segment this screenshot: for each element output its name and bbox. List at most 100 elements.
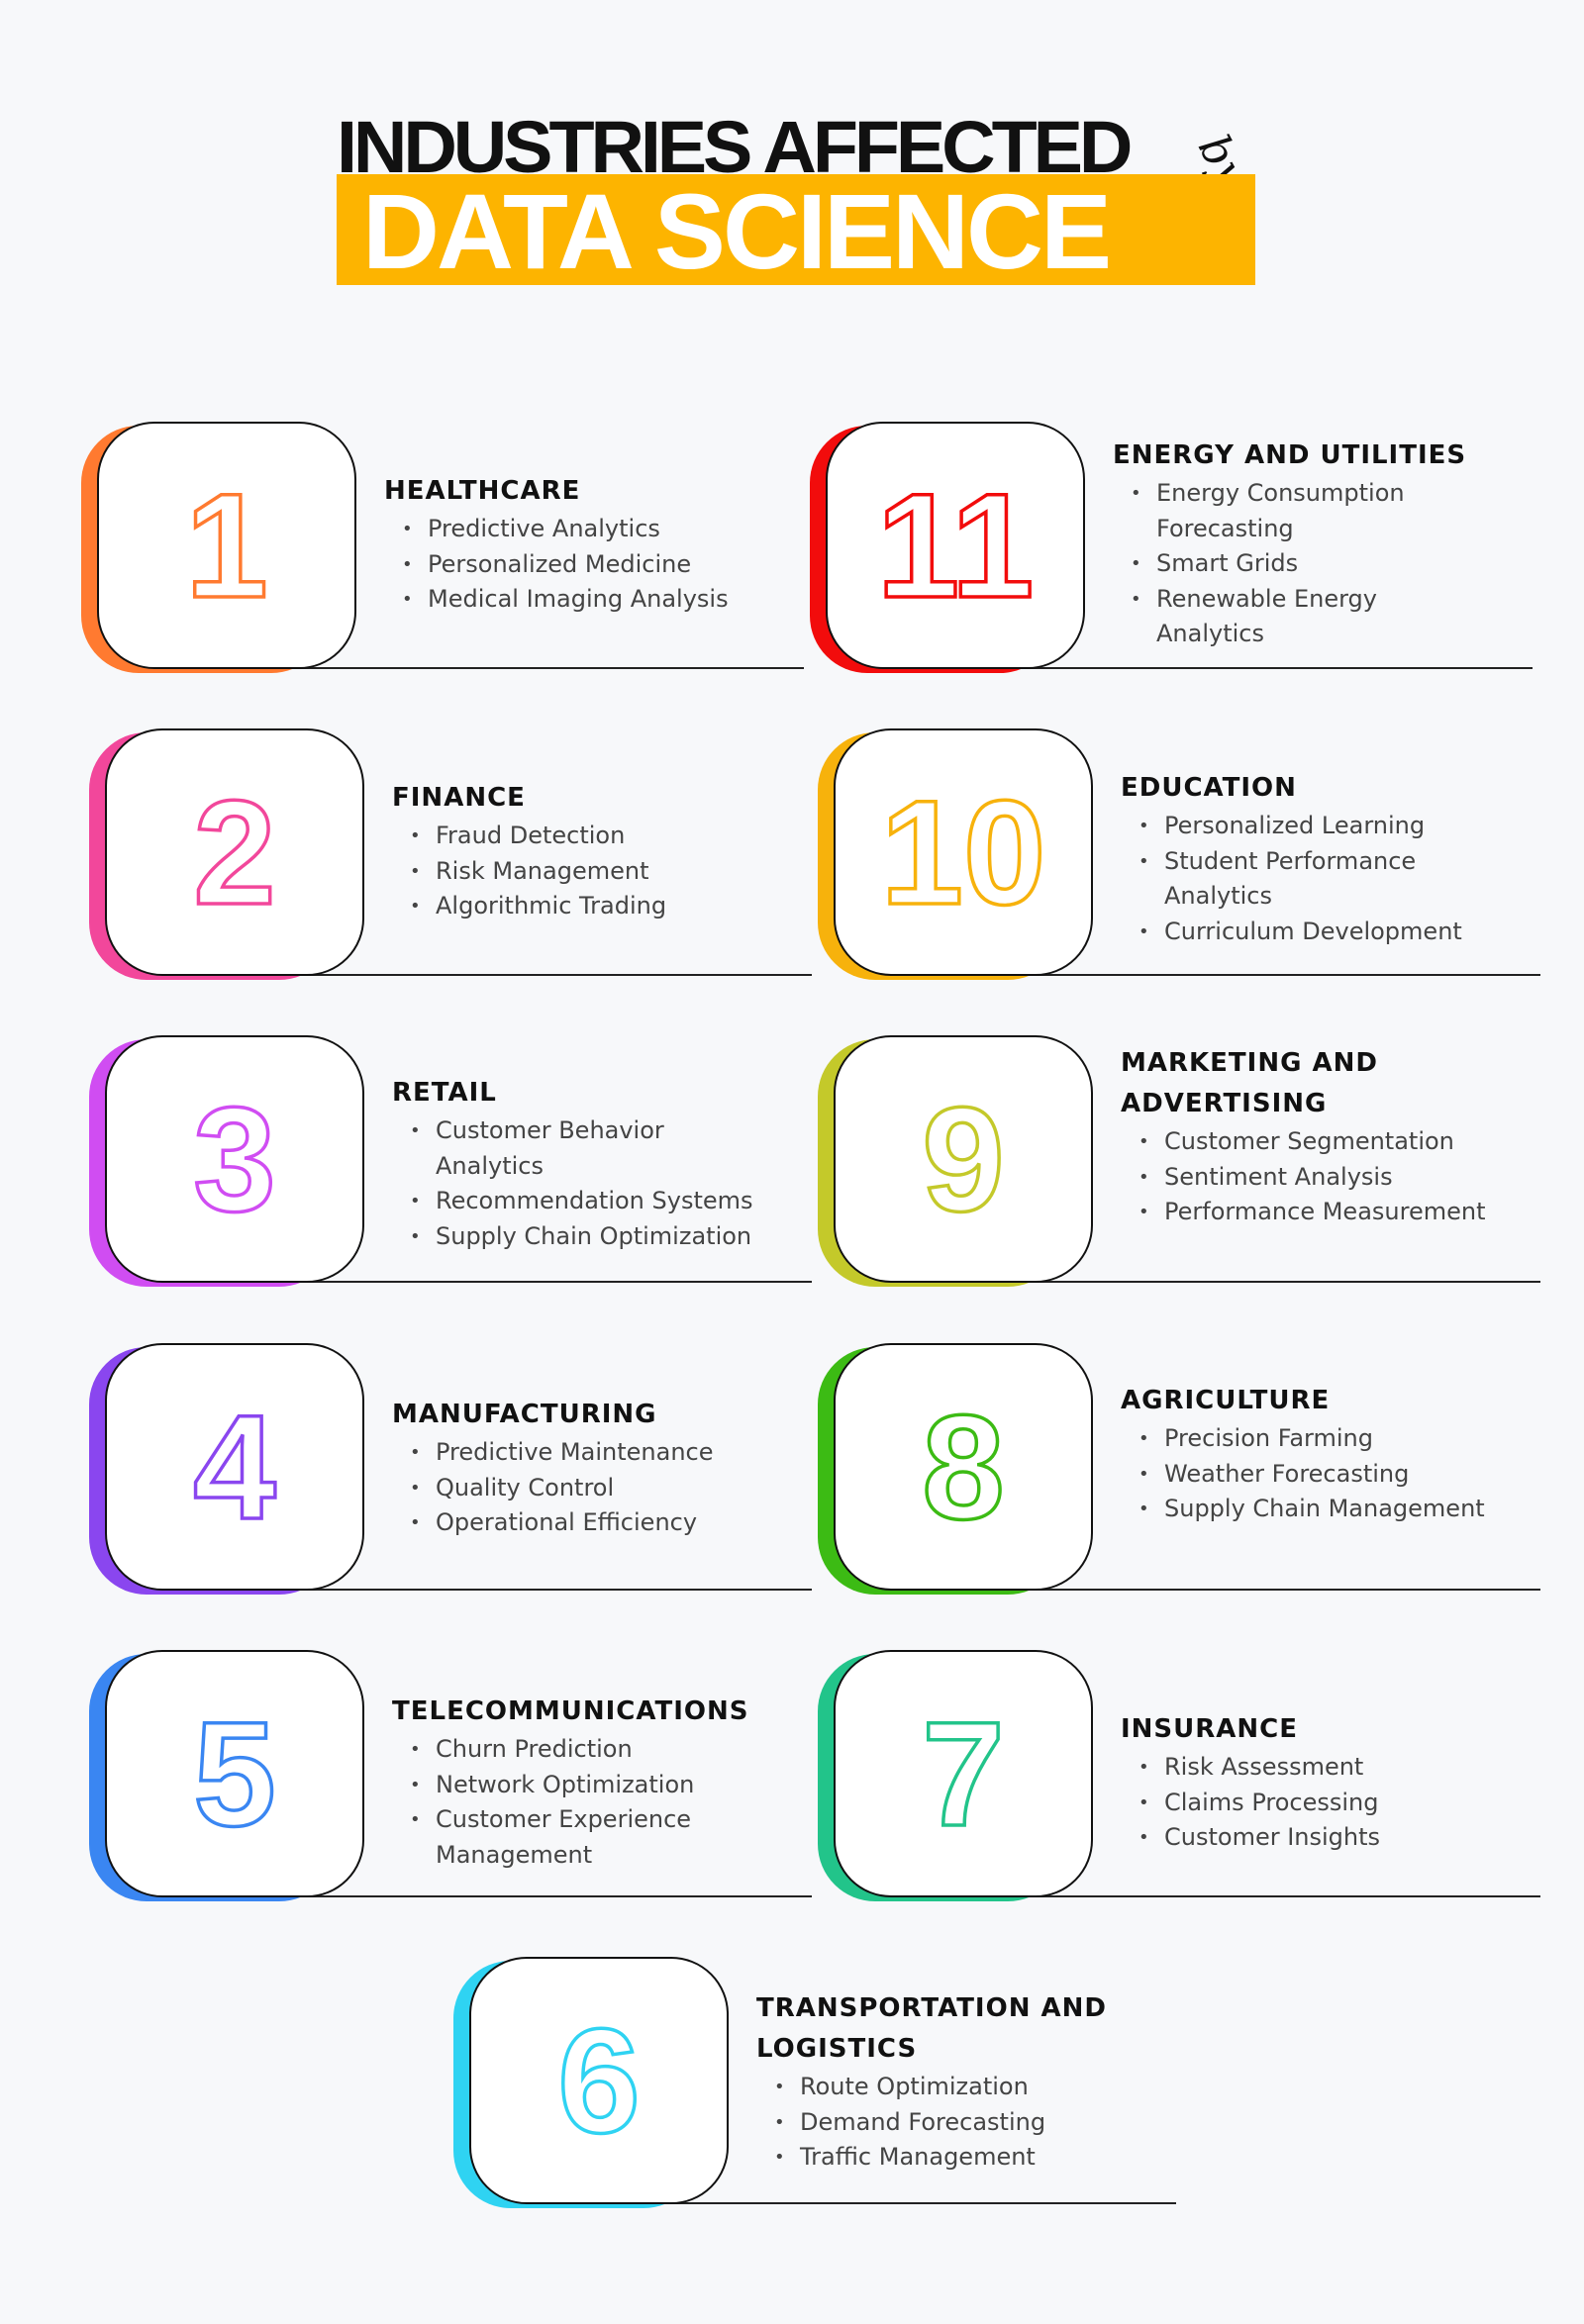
industry-name: RETAIL xyxy=(392,1078,497,1108)
card-underline-divider xyxy=(287,974,812,976)
application-item: Precision Farming xyxy=(1138,1421,1491,1457)
number-tile: 2 xyxy=(105,728,364,976)
industry-number: 9 xyxy=(921,1076,1007,1242)
industry-name: FINANCE xyxy=(392,783,526,813)
application-list: Risk AssessmentClaims ProcessingCustomer… xyxy=(1121,1750,1507,1856)
application-item: Renewable Energy Analytics xyxy=(1131,582,1483,652)
application-item: Predictive Maintenance xyxy=(410,1435,762,1471)
application-item: Churn Prediction xyxy=(410,1732,762,1768)
number-tile: 6 xyxy=(469,1957,729,2204)
application-item: Route Optimization xyxy=(774,2070,1127,2105)
number-tile: 7 xyxy=(834,1650,1093,1897)
application-item: Curriculum Development xyxy=(1138,915,1491,950)
application-list: Route OptimizationDemand ForecastingTraf… xyxy=(756,2070,1142,2176)
card-underline-divider xyxy=(1016,1281,1540,1283)
application-list: Personalized LearningStudent Performance… xyxy=(1121,809,1507,949)
card-underline-divider xyxy=(279,667,804,669)
industry-number: 5 xyxy=(192,1691,278,1857)
application-item: Performance Measurement xyxy=(1138,1195,1491,1230)
industry-name: INSURANCE xyxy=(1121,1714,1299,1744)
application-item: Medical Imaging Analysis xyxy=(402,582,754,618)
application-item: Recommendation Systems xyxy=(410,1184,762,1219)
application-item: Supply Chain Management xyxy=(1138,1492,1491,1527)
card-underline-divider xyxy=(651,2202,1176,2204)
application-item: Quality Control xyxy=(410,1471,762,1506)
application-list: Churn PredictionNetwork OptimizationCust… xyxy=(392,1732,778,1873)
application-item: Weather Forecasting xyxy=(1138,1457,1491,1493)
application-item: Smart Grids xyxy=(1131,546,1483,582)
industry-number: 11 xyxy=(875,462,1036,629)
industry-name: MARKETING AND ADVERTISING xyxy=(1121,1048,1378,1118)
application-item: Demand Forecasting xyxy=(774,2105,1127,2141)
card-underline-divider xyxy=(1008,667,1533,669)
card-underline-divider xyxy=(1016,1895,1540,1897)
industry-card: 9MARKETING AND ADVERTISINGCustomer Segme… xyxy=(818,1035,1570,1293)
industry-details: INSURANCE Risk AssessmentClaims Processin… xyxy=(1121,1709,1507,1856)
application-item: Network Optimization xyxy=(410,1768,762,1803)
industry-number: 10 xyxy=(879,769,1047,935)
industry-details: ENERGY AND UTILITIES Energy Consumption F… xyxy=(1113,436,1499,652)
number-tile: 1 xyxy=(97,422,356,669)
application-item: Fraud Detection xyxy=(410,819,762,854)
industry-details: HEALTHCARE Predictive AnalyticsPersonaliz… xyxy=(384,471,770,618)
industry-name: ENERGY AND UTILITIES xyxy=(1113,440,1467,470)
industry-card: 3 RETAIL Customer Behavior AnalyticsRecomm… xyxy=(89,1035,842,1293)
application-item: Customer Segmentation xyxy=(1138,1124,1491,1160)
application-item: Personalized Learning xyxy=(1138,809,1491,844)
application-item: Risk Management xyxy=(410,854,762,890)
industry-card: 6TRANSPORTATION AND LOGISTICSRoute Optim… xyxy=(453,1957,1206,2214)
industry-name: TRANSPORTATION AND LOGISTICS xyxy=(756,1993,1107,2064)
industry-number: 4 xyxy=(192,1384,278,1550)
industry-details: MANUFACTURING Predictive MaintenanceQuali… xyxy=(392,1395,778,1541)
number-tile: 4 xyxy=(105,1343,364,1591)
application-list: Fraud DetectionRisk ManagementAlgorithmi… xyxy=(392,819,778,924)
industry-number: 1 xyxy=(184,462,270,629)
application-item: Student Performance Analytics xyxy=(1138,844,1491,915)
application-item: Energy Consumption Forecasting xyxy=(1131,476,1483,546)
card-underline-divider xyxy=(287,1281,812,1283)
number-tile: 10 xyxy=(834,728,1093,976)
industry-name: MANUFACTURING xyxy=(392,1400,657,1429)
industry-number: 8 xyxy=(921,1384,1007,1550)
application-list: Customer Behavior AnalyticsRecommendatio… xyxy=(392,1114,778,1254)
industry-details: FINANCE Fraud DetectionRisk ManagementAlg… xyxy=(392,778,778,924)
number-tile: 8 xyxy=(834,1343,1093,1591)
industry-card: 8 AGRICULTURE Precision FarmingWeather For… xyxy=(818,1343,1570,1600)
industry-number: 6 xyxy=(556,1997,643,2164)
industry-card: 7 INSURANCE Risk AssessmentClaims Processi… xyxy=(818,1650,1570,1907)
application-list: Predictive AnalyticsPersonalized Medicin… xyxy=(384,512,770,618)
industry-name: EDUCATION xyxy=(1121,773,1297,803)
industry-details: RETAIL Customer Behavior AnalyticsRecomme… xyxy=(392,1073,778,1254)
industry-name: AGRICULTURE xyxy=(1121,1386,1331,1415)
application-list: Precision FarmingWeather ForecastingSupp… xyxy=(1121,1421,1507,1527)
application-item: Claims Processing xyxy=(1138,1786,1491,1821)
card-underline-divider xyxy=(287,1895,812,1897)
application-list: Energy Consumption ForecastingSmart Grid… xyxy=(1113,476,1499,652)
application-item: Supply Chain Optimization xyxy=(410,1219,762,1255)
application-item: Risk Assessment xyxy=(1138,1750,1491,1786)
industry-details: AGRICULTURE Precision FarmingWeather Fore… xyxy=(1121,1381,1507,1527)
card-underline-divider xyxy=(1016,974,1540,976)
application-item: Customer Insights xyxy=(1138,1820,1491,1856)
application-item: Algorithmic Trading xyxy=(410,889,762,924)
application-list: Customer SegmentationSentiment AnalysisP… xyxy=(1121,1124,1507,1230)
number-tile: 3 xyxy=(105,1035,364,1283)
industry-card: 10 EDUCATION Personalized LearningStudent … xyxy=(818,728,1570,986)
title-line-2: DATA SCIENCE xyxy=(362,171,1112,291)
industry-details: TELECOMMUNICATIONS Churn PredictionNetwor… xyxy=(392,1692,778,1873)
number-tile: 9 xyxy=(834,1035,1093,1283)
industry-card: 5 TELECOMMUNICATIONS Churn PredictionNetwo… xyxy=(89,1650,842,1907)
application-item: Customer Experience Management xyxy=(410,1802,762,1873)
industry-number: 2 xyxy=(192,769,278,935)
industry-details: MARKETING AND ADVERTISINGCustomer Segmen… xyxy=(1121,1043,1507,1230)
industry-card: 11 ENERGY AND UTILITIES Energy Consumption… xyxy=(810,422,1562,679)
industry-name: TELECOMMUNICATIONS xyxy=(392,1696,749,1726)
industry-name: HEALTHCARE xyxy=(384,476,581,506)
application-item: Sentiment Analysis xyxy=(1138,1160,1491,1196)
industry-card: 4 MANUFACTURING Predictive MaintenanceQual… xyxy=(89,1343,842,1600)
card-underline-divider xyxy=(287,1589,812,1591)
application-list: Predictive MaintenanceQuality ControlOpe… xyxy=(392,1435,778,1541)
industry-card: 1 HEALTHCARE Predictive AnalyticsPersonali… xyxy=(81,422,834,679)
industry-details: EDUCATION Personalized LearningStudent Pe… xyxy=(1121,768,1507,949)
application-item: Customer Behavior Analytics xyxy=(410,1114,762,1184)
